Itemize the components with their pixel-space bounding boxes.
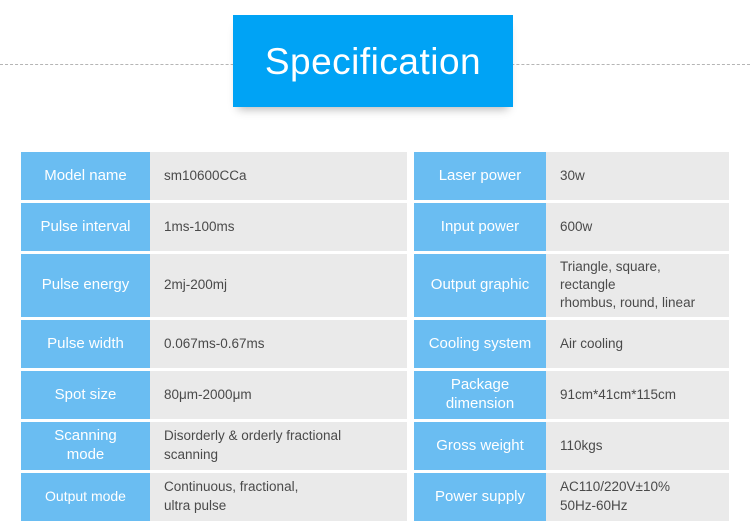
- spec-pair-left: Pulse energy 2mj-200mj: [21, 254, 407, 317]
- spec-value: sm10600CCa: [150, 152, 407, 200]
- spec-value-text: 600w: [560, 218, 593, 234]
- spec-value-text: sm10600CCa: [164, 167, 247, 183]
- spec-value: 30w: [546, 152, 729, 200]
- spec-pair-left: Scanning mode Disorderly & orderly fract…: [21, 421, 407, 470]
- spec-label: Pulse width: [21, 319, 150, 368]
- spec-value-text: 30w: [560, 167, 585, 183]
- spec-pair-left: Pulse interval 1ms-100ms: [21, 203, 407, 251]
- spec-value: Disorderly & orderly fractional scanning: [150, 421, 407, 470]
- spec-value: 91cm*41cm*115cm: [546, 370, 729, 419]
- spec-value-text: Disorderly & orderly fractional scanning: [164, 428, 342, 462]
- spec-label: Laser power: [414, 152, 546, 200]
- spec-value-text: 110kgs: [560, 437, 603, 453]
- spec-pair-right: Output graphic Triangle, square, rectang…: [414, 254, 729, 317]
- spec-pair-left: Pulse width 0.067ms-0.67ms: [21, 319, 407, 368]
- spec-value-text: 1ms-100ms: [164, 218, 235, 234]
- spec-label: Cooling system: [414, 319, 546, 368]
- table-row: Pulse interval 1ms-100ms Input power 600…: [21, 203, 729, 251]
- spec-value: 2mj-200mj: [150, 254, 407, 317]
- spec-value: 1ms-100ms: [150, 203, 407, 251]
- table-row: Scanning mode Disorderly & orderly fract…: [21, 421, 729, 470]
- spec-pair-left: Model name sm10600CCa: [21, 152, 407, 200]
- spec-value-text: Continuous, fractional, ultra pulse: [164, 479, 299, 513]
- spec-pair-right: Package dimension 91cm*41cm*115cm: [414, 370, 729, 419]
- spec-label: Power supply: [414, 472, 546, 521]
- spec-label: Gross weight: [414, 421, 546, 470]
- spec-pair-left: Output mode Continuous, fractional, ultr…: [21, 472, 407, 521]
- title-banner: Specification: [233, 15, 513, 107]
- spec-value: 0.067ms-0.67ms: [150, 319, 407, 368]
- spec-value: Triangle, square, rectangle rhombus, rou…: [546, 254, 729, 317]
- spec-label: Spot size: [21, 370, 150, 419]
- table-row: Pulse energy 2mj-200mj Output graphic Tr…: [21, 254, 729, 317]
- page-title: Specification: [264, 40, 482, 82]
- spec-label: Pulse energy: [21, 254, 150, 317]
- table-row: Spot size 80μm-2000μm Package dimension …: [21, 370, 729, 419]
- spec-pair-right: Power supply AC110/220V±10% 50Hz-60Hz: [414, 472, 729, 521]
- spec-value-text: 0.067ms-0.67ms: [164, 335, 265, 351]
- spec-value: 80μm-2000μm: [150, 370, 407, 419]
- spec-pair-right: Laser power 30w: [414, 152, 729, 200]
- spec-label: Model name: [21, 152, 150, 200]
- spec-value: 600w: [546, 203, 729, 251]
- spec-pair-right: Cooling system Air cooling: [414, 319, 729, 368]
- spec-pair-right: Input power 600w: [414, 203, 729, 251]
- spec-value: AC110/220V±10% 50Hz-60Hz: [546, 472, 729, 521]
- spec-label: Output graphic: [414, 254, 546, 317]
- spec-value: Air cooling: [546, 319, 729, 368]
- spec-value-text: 91cm*41cm*115cm: [560, 386, 677, 402]
- spec-value-text: 80μm-2000μm: [164, 386, 252, 402]
- spec-label: Input power: [414, 203, 546, 251]
- specification-table: Model name sm10600CCa Laser power 30w Pu…: [21, 152, 729, 521]
- spec-value: 110kgs: [546, 421, 729, 470]
- spec-value: Continuous, fractional, ultra pulse: [150, 472, 407, 521]
- table-row: Model name sm10600CCa Laser power 30w: [21, 152, 729, 200]
- spec-value-text: Triangle, square, rectangle rhombus, rou…: [560, 259, 696, 311]
- spec-value-text: Air cooling: [560, 335, 624, 351]
- spec-pair-right: Gross weight 110kgs: [414, 421, 729, 470]
- spec-value-text: 2mj-200mj: [164, 277, 228, 293]
- spec-label: Package dimension: [414, 370, 546, 419]
- spec-label: Output mode: [21, 472, 150, 521]
- table-row: Output mode Continuous, fractional, ultr…: [21, 472, 729, 521]
- page-header: Specification: [0, 0, 750, 130]
- spec-label: Pulse interval: [21, 203, 150, 251]
- spec-pair-left: Spot size 80μm-2000μm: [21, 370, 407, 419]
- table-row: Pulse width 0.067ms-0.67ms Cooling syste…: [21, 319, 729, 368]
- spec-label: Scanning mode: [21, 421, 150, 470]
- spec-value-text: AC110/220V±10% 50Hz-60Hz: [560, 479, 670, 513]
